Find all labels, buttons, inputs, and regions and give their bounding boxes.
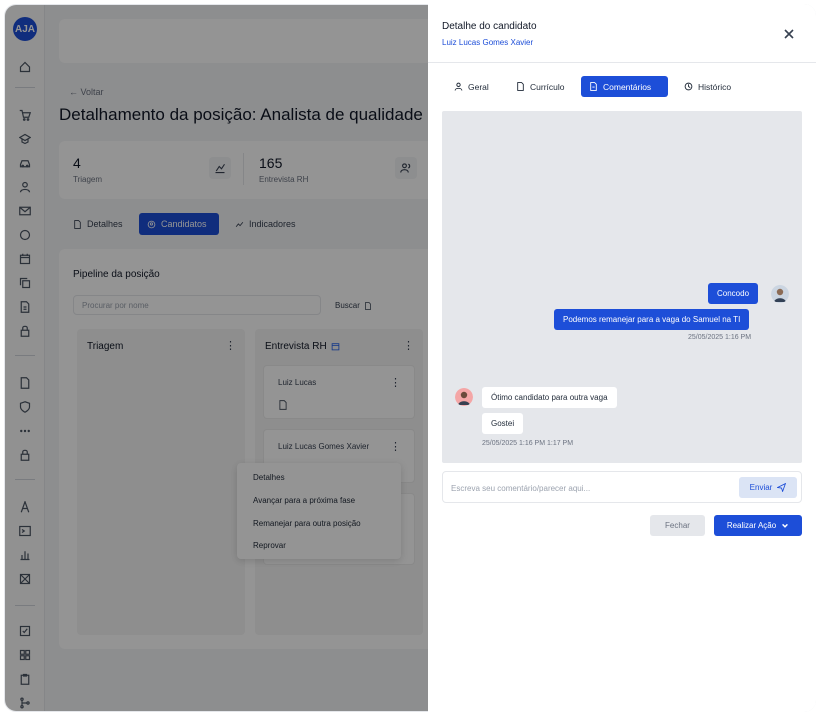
- send-button[interactable]: Enviar: [739, 477, 797, 498]
- avatar: [455, 388, 473, 406]
- close-button[interactable]: Fechar: [650, 515, 705, 536]
- document-icon: [517, 82, 524, 91]
- comments-thread: Concodo Podemos remanejar para a vaga do…: [442, 111, 802, 463]
- comment-input[interactable]: [451, 480, 731, 496]
- perform-action-button[interactable]: Realizar Ação: [714, 515, 802, 536]
- tab-geral[interactable]: Geral: [446, 76, 497, 97]
- history-icon: [684, 82, 693, 91]
- comment-bubble-outgoing: Concodo: [708, 283, 759, 304]
- candidate-name-link[interactable]: Luiz Lucas Gomes Xavier: [442, 38, 533, 47]
- avatar: [771, 285, 789, 303]
- comment-timestamp: 25/05/2025 1:16 PM 1:17 PM: [482, 440, 574, 447]
- comment-timestamp: 25/05/2025 1:16 PM: [688, 334, 752, 341]
- document-icon: [590, 82, 597, 91]
- tab-comentarios[interactable]: Comentários: [581, 76, 668, 97]
- comment-bubble-incoming: Gostei: [482, 413, 524, 434]
- send-icon: [777, 483, 787, 492]
- chevron-down-icon: [782, 523, 789, 528]
- drawer-divider: [428, 62, 816, 63]
- comment-bubble-outgoing: Podemos remanejar para a vaga do Samuel …: [554, 309, 750, 330]
- candidate-drawer: Detalhe do candidato Luiz Lucas Gomes Xa…: [428, 4, 816, 712]
- close-icon[interactable]: [784, 26, 798, 40]
- tab-historico[interactable]: Histórico: [676, 76, 739, 97]
- comment-composer: Enviar: [442, 471, 802, 503]
- modal-backdrop[interactable]: [5, 5, 433, 711]
- drawer-title: Detalhe do candidato: [442, 21, 537, 32]
- user-icon: [454, 82, 463, 91]
- comment-bubble-incoming: Ótimo candidato para outra vaga: [482, 387, 617, 408]
- tab-curriculo[interactable]: Currículo: [508, 76, 572, 97]
